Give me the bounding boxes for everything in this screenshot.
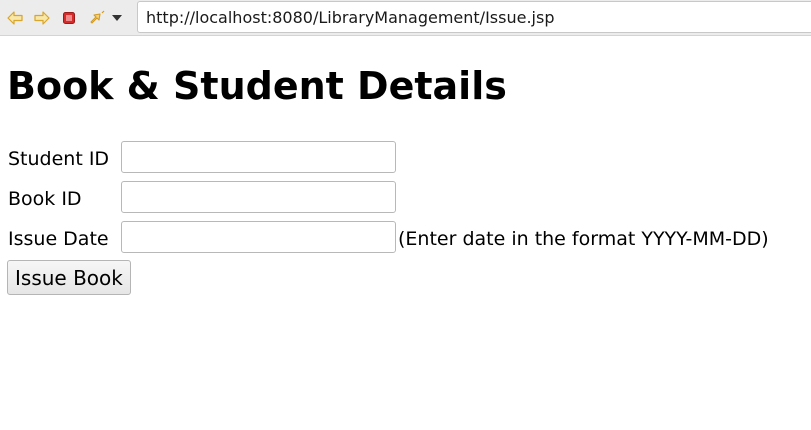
book-id-input[interactable]: [121, 181, 396, 213]
student-id-row: Student ID: [8, 141, 808, 173]
issue-date-row: Issue Date (Enter date in the format YYY…: [8, 221, 808, 253]
browser-toolbar: http://localhost:8080/LibraryManagement/…: [0, 0, 811, 36]
stop-icon[interactable]: [60, 9, 78, 27]
date-format-hint: (Enter date in the format YYYY-MM-DD): [398, 228, 769, 250]
page-title: Book & Student Details: [7, 64, 507, 108]
issue-date-label: Issue Date: [8, 228, 109, 250]
student-id-label: Student ID: [8, 148, 110, 170]
go-refresh-icon[interactable]: [88, 9, 106, 27]
page-content: Book & Student Details Student ID Book I…: [0, 36, 811, 430]
address-bar[interactable]: http://localhost:8080/LibraryManagement/…: [137, 1, 811, 33]
book-id-label: Book ID: [8, 188, 82, 210]
back-arrow-icon[interactable]: [6, 9, 24, 27]
issue-book-button[interactable]: Issue Book: [7, 260, 131, 295]
issue-date-input[interactable]: [121, 221, 396, 253]
forward-arrow-icon[interactable]: [33, 9, 51, 27]
chevron-down-icon[interactable]: [110, 9, 124, 27]
book-id-row: Book ID: [8, 181, 808, 213]
student-id-input[interactable]: [121, 141, 396, 173]
